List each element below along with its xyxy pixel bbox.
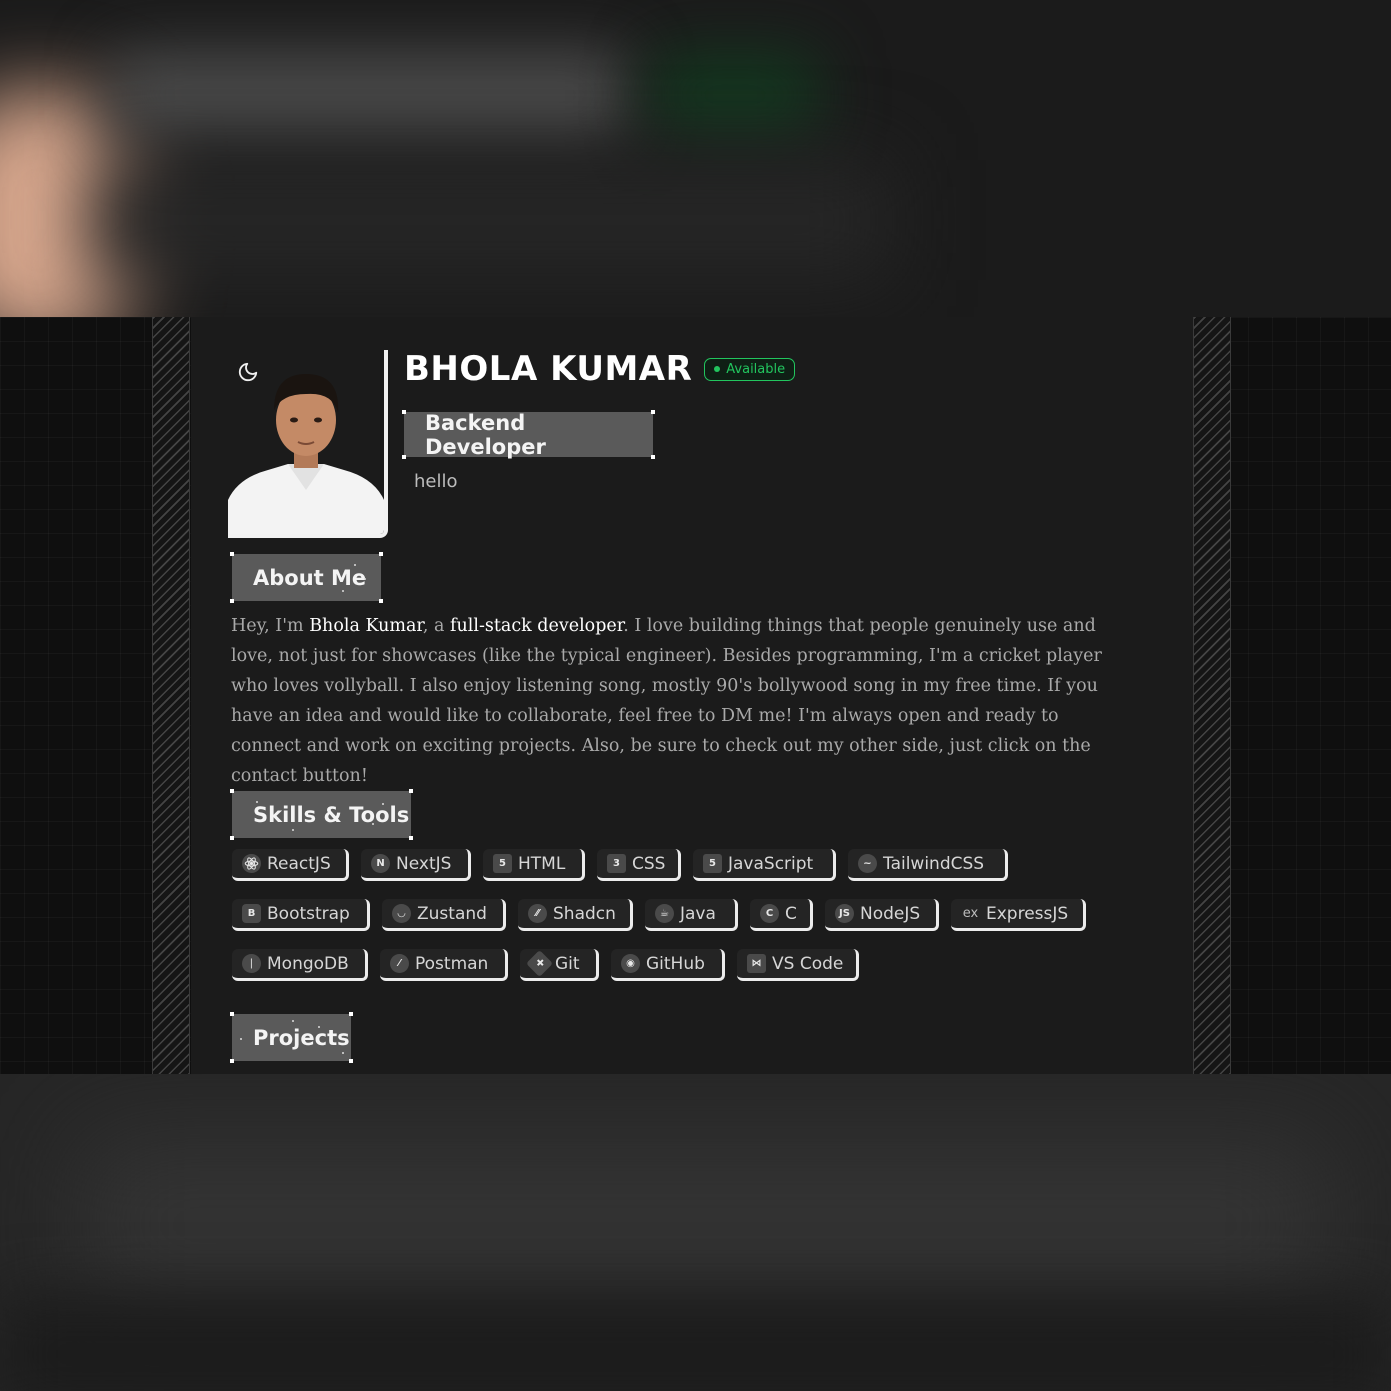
bootstrap-icon: B <box>242 904 261 923</box>
skill-label: Java <box>680 903 716 924</box>
zustand-icon: ◡ <box>392 904 411 923</box>
skill-label: ReactJS <box>267 853 331 874</box>
skill-vscode[interactable]: ⋈ VS Code <box>737 949 859 981</box>
skill-shadcn[interactable]: ⁄⁄ Shadcn <box>518 899 633 931</box>
tailwind-icon: ~ <box>858 854 877 873</box>
c-icon: C <box>760 904 779 923</box>
about-paragraph: Hey, I'm Bhola Kumar, a full-stack devel… <box>231 611 1131 791</box>
nodejs-icon: JS <box>835 904 854 923</box>
expressjs-icon: ex <box>962 906 979 921</box>
skill-postman[interactable]: ⁄ Postman <box>380 949 508 981</box>
git-icon: ✚ <box>526 950 553 977</box>
status-dot-icon <box>714 366 721 372</box>
skill-css[interactable]: 3 CSS <box>597 849 681 881</box>
skill-label: Postman <box>415 953 489 974</box>
vscode-icon: ⋈ <box>747 954 766 973</box>
profile-name: BHOLA KUMAR <box>404 349 693 389</box>
projects-heading-label: Projects <box>253 1025 350 1050</box>
github-icon: ◉ <box>621 954 640 973</box>
status-label: Available <box>726 361 786 377</box>
skill-label: JavaScript <box>728 853 814 874</box>
java-icon: ☕ <box>655 904 674 923</box>
skill-java[interactable]: ☕ Java <box>645 899 738 931</box>
skill-label: Shadcn <box>553 903 616 924</box>
react-icon <box>242 854 261 873</box>
about-text-2: , a <box>422 616 451 636</box>
postman-icon: ⁄ <box>390 954 409 973</box>
tagline: hello <box>414 471 458 492</box>
skill-reactjs[interactable]: ReactJS <box>232 849 349 881</box>
skill-github[interactable]: ◉ GitHub <box>611 949 725 981</box>
about-heading: About Me <box>230 552 383 603</box>
skill-label: CSS <box>632 853 666 874</box>
skill-label: GitHub <box>646 953 705 974</box>
role-label: Backend Developer <box>425 410 546 459</box>
skill-label: Zustand <box>417 903 487 924</box>
skill-git[interactable]: ✚ Git <box>520 949 599 981</box>
skills-heading: Skills & Tools <box>230 789 413 840</box>
skill-label: TailwindCSS <box>883 853 985 874</box>
skill-label: NextJS <box>396 853 452 874</box>
javascript-icon: 5 <box>703 854 722 873</box>
skill-mongodb[interactable]: ❘ MongoDB <box>232 949 368 981</box>
skill-label: ExpressJS <box>986 903 1069 924</box>
about-name-highlight: Bhola Kumar <box>309 616 423 636</box>
skills-heading-label: Skills & Tools <box>253 802 410 827</box>
blurred-background-top <box>0 0 1391 317</box>
moon-icon <box>237 361 259 387</box>
skill-nodejs[interactable]: JS NodeJS <box>825 899 939 931</box>
skill-label: HTML <box>518 853 566 874</box>
main-content: BHOLA KUMAR Available Backend Developer … <box>191 317 1193 1074</box>
nextjs-icon: N <box>371 854 390 873</box>
css3-icon: 3 <box>607 854 626 873</box>
projects-heading: Projects <box>230 1012 353 1063</box>
skill-javascript[interactable]: 5 JavaScript <box>693 849 836 881</box>
skill-label: C <box>785 903 797 924</box>
blurred-background-bottom <box>0 1074 1391 1391</box>
skill-label: NodeJS <box>860 903 921 924</box>
right-striped-rail <box>1193 317 1231 1074</box>
status-badge: Available <box>704 357 796 381</box>
html5-icon: 5 <box>493 854 512 873</box>
left-striped-rail <box>152 317 190 1074</box>
about-text-3: . I love building things that people gen… <box>231 616 1102 786</box>
about-heading-label: About Me <box>253 565 367 590</box>
skill-label: Git <box>555 953 580 974</box>
skill-c[interactable]: C C <box>750 899 813 931</box>
role-tag: Backend Developer <box>402 410 655 459</box>
skill-html[interactable]: 5 HTML <box>483 849 585 881</box>
mongodb-icon: ❘ <box>242 954 261 973</box>
portfolio-section: BHOLA KUMAR Available Backend Developer … <box>0 317 1391 1074</box>
skill-label: VS Code <box>772 953 844 974</box>
skill-nextjs[interactable]: N NextJS <box>361 849 471 881</box>
about-role-highlight: full-stack developer <box>450 616 624 636</box>
shadcn-icon: ⁄⁄ <box>528 904 547 923</box>
about-text-1: Hey, I'm <box>231 616 310 636</box>
theme-toggle-button[interactable] <box>235 361 261 387</box>
skill-zustand[interactable]: ◡ Zustand <box>382 899 506 931</box>
skill-bootstrap[interactable]: B Bootstrap <box>232 899 370 931</box>
skill-label: MongoDB <box>267 953 349 974</box>
skill-label: Bootstrap <box>267 903 350 924</box>
skill-expressjs[interactable]: ex ExpressJS <box>951 899 1086 931</box>
profile-header: BHOLA KUMAR Available <box>404 349 796 389</box>
skill-tailwindcss[interactable]: ~ TailwindCSS <box>848 849 1008 881</box>
